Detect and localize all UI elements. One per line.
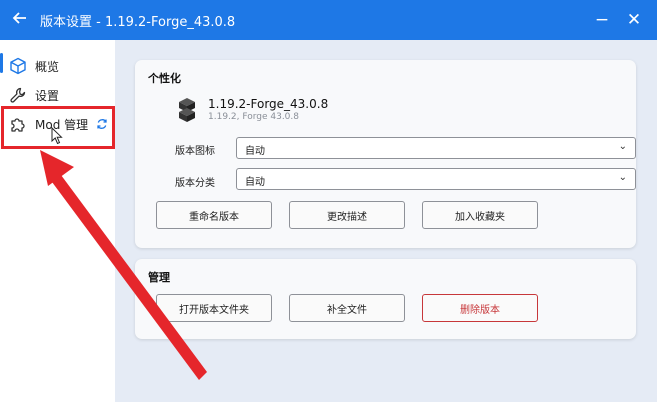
chevron-down-icon: ⌄ [618, 141, 627, 152]
minimize-button[interactable]: − [585, 0, 619, 40]
version-subtitle: 1.19.2, Forge 43.0.8 [208, 112, 299, 122]
category-label: 版本分类 [175, 178, 215, 189]
cube-icon [8, 56, 28, 76]
complete-files-button[interactable]: 补全文件 [289, 294, 405, 322]
personalize-card: 个性化 1.19.2-Forge_43.0.8 1.19.2, Forge 43… [135, 60, 636, 248]
sidebar-item-label: 概览 [35, 59, 60, 74]
add-favorites-button[interactable]: 加入收藏夹 [422, 201, 538, 229]
close-button[interactable]: ✕ [617, 0, 651, 40]
version-name: 1.19.2-Forge_43.0.8 [208, 97, 329, 111]
back-button[interactable] [0, 10, 40, 31]
main-panel: 个性化 1.19.2-Forge_43.0.8 1.19.2, Forge 43… [115, 40, 657, 402]
sidebar: 概览 设置 Mod 管理 [0, 40, 115, 402]
manage-card: 管理 打开版本文件夹 补全文件 删除版本 [135, 259, 636, 339]
icon-label: 版本图标 [175, 146, 215, 157]
delete-version-button[interactable]: 删除版本 [422, 294, 538, 322]
open-version-folder-button[interactable]: 打开版本文件夹 [156, 294, 272, 322]
select-value: 自动 [245, 146, 265, 157]
version-category-select[interactable]: 自动 ⌄ [236, 168, 636, 190]
arrow-left-icon [12, 11, 26, 24]
mouse-cursor-icon [51, 127, 63, 145]
version-icon-select[interactable]: 自动 ⌄ [236, 137, 636, 159]
rename-version-button[interactable]: 重命名版本 [156, 201, 272, 229]
change-description-button[interactable]: 更改描述 [289, 201, 405, 229]
section-title: 管理 [148, 271, 170, 284]
wrench-icon [8, 85, 28, 105]
title-bar: 版本设置 - 1.19.2-Forge_43.0.8 − ✕ [0, 0, 657, 40]
sidebar-item-settings[interactable]: 设置 [0, 82, 115, 108]
sidebar-item-overview[interactable]: 概览 [0, 53, 115, 79]
window-title: 版本设置 - 1.19.2-Forge_43.0.8 [40, 14, 236, 30]
select-value: 自动 [245, 177, 265, 188]
sidebar-item-label: 设置 [35, 88, 60, 103]
version-block-icon [179, 98, 195, 122]
section-title: 个性化 [148, 72, 181, 85]
chevron-down-icon: ⌄ [618, 172, 627, 183]
